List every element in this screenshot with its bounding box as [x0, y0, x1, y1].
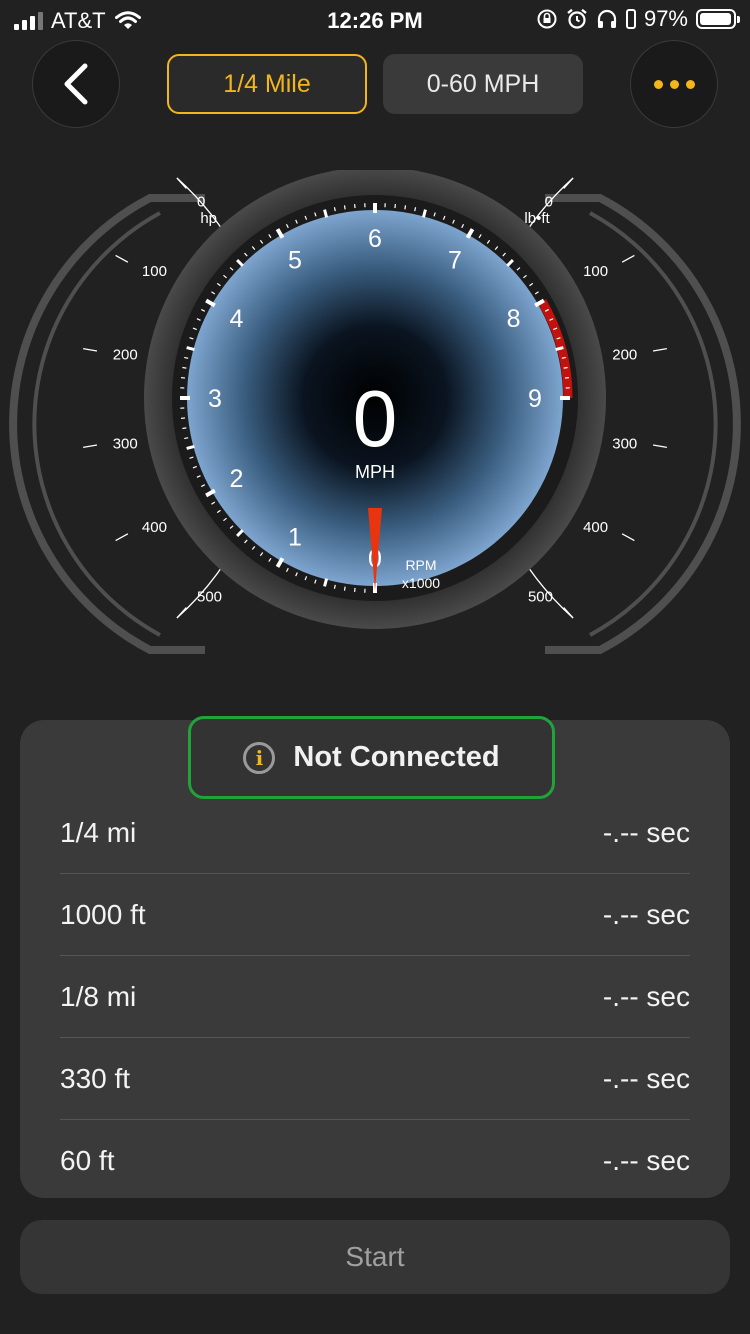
more-options-button[interactable]: [630, 40, 718, 128]
rpm-tick: [186, 346, 195, 352]
hp-unit-label: hp: [200, 210, 217, 227]
rpm-tick: [184, 356, 189, 359]
hp-scale-label: 200: [113, 347, 138, 364]
hp-scale-label: 300: [113, 435, 138, 452]
rpm-multiplier-label: x1000: [402, 575, 440, 591]
hp-scale-label: 0: [197, 193, 205, 210]
tab-quarter-mile[interactable]: 1/4 Mile: [167, 54, 367, 114]
torque-bracket-inner: [589, 211, 718, 637]
hp-scale-label: 100: [142, 263, 167, 280]
result-distance: 60 ft: [60, 1145, 115, 1176]
result-row-quarter-mile: 1/4 mi -.-- sec: [60, 792, 690, 874]
result-row-60ft: 60 ft -.-- sec: [60, 1120, 690, 1202]
torque-scale-label: 100: [583, 263, 608, 280]
rpm-tick: [184, 437, 189, 440]
rpm-tick-label: 2: [229, 465, 243, 493]
rpm-tick-label: 5: [288, 246, 302, 274]
left-scale-tick: [83, 444, 98, 449]
headphones-icon: [597, 9, 617, 28]
battery-icon: [696, 9, 740, 29]
result-distance: 1/4 mi: [60, 816, 137, 848]
result-distance: 330 ft: [60, 1062, 131, 1094]
result-row-330ft: 330 ft -.-- sec: [60, 1038, 690, 1120]
chevron-left-icon: [64, 63, 88, 105]
rpm-tick: [323, 578, 329, 587]
rpm-tick-label: 3: [208, 385, 222, 413]
rpm-tick: [561, 356, 566, 359]
portrait-orientation-icon: [625, 9, 636, 29]
rpm-tick-label: 7: [448, 246, 462, 274]
right-scale-tick: [563, 607, 574, 619]
info-icon: i: [243, 741, 276, 774]
rpm-tick: [421, 209, 427, 218]
rpm-tick-label: 6: [368, 225, 382, 253]
left-scale-tick: [115, 254, 129, 263]
result-time: -.-- sec: [602, 1062, 690, 1094]
rpm-tick: [182, 366, 187, 369]
rpm-tick: [563, 366, 568, 369]
result-distance: 1/8 mi: [60, 980, 137, 1012]
result-distance: 1000 ft: [60, 898, 146, 930]
torque-scale-label: 300: [612, 435, 637, 452]
tab-zero-to-sixty[interactable]: 0-60 MPH: [383, 54, 583, 114]
torque-scale-label: 400: [583, 519, 608, 536]
status-right: 97%: [536, 6, 740, 32]
alarm-icon: [567, 8, 587, 29]
right-scale-tick: [652, 444, 667, 449]
gauge-cluster: 0 100 200 300 400 500 hp 0 100 200 300 400 500 lb•ft…: [0, 170, 750, 670]
rpm-tick-label: 8: [507, 305, 521, 333]
rpm-tick: [343, 205, 346, 210]
result-time: -.-- sec: [602, 816, 690, 848]
speed-unit-label: MPH: [355, 462, 395, 482]
right-scale-tick: [621, 533, 635, 542]
left-scale-tick: [83, 347, 98, 352]
torque-scale-label: 0: [545, 193, 553, 210]
hp-scale-label: 500: [197, 589, 222, 606]
connection-status-text: Not Connected: [293, 741, 500, 773]
rpm-tick-label: 9: [528, 385, 542, 413]
speed-readout: 0: [353, 374, 398, 463]
rpm-tick: [404, 205, 407, 210]
connection-status-badge[interactable]: i Not Connected: [188, 716, 555, 799]
torque-scale-label: 500: [528, 589, 553, 606]
rpm-tick: [333, 207, 336, 212]
battery-percent: 97%: [643, 6, 688, 31]
result-time: -.-- sec: [602, 898, 690, 930]
rpm-tick: [414, 207, 417, 212]
right-scale-tick: [563, 177, 574, 189]
more-dots-icon: [653, 79, 695, 89]
torque-scale-label: 200: [612, 347, 637, 364]
rpm-tick: [182, 427, 187, 430]
result-row-1000ft: 1000 ft -.-- sec: [60, 874, 690, 956]
left-scale-tick: [176, 607, 187, 619]
rpm-tick: [343, 586, 346, 591]
rpm-tick: [555, 346, 564, 352]
result-time: -.-- sec: [602, 1145, 690, 1176]
torque-unit-label: lb•ft: [524, 210, 550, 227]
rpm-tick-label: 4: [229, 305, 243, 333]
left-scale-tick: [115, 533, 129, 542]
rpm-tick-label: 1: [288, 524, 302, 552]
right-scale-tick: [621, 254, 635, 263]
status-bar: AT&T 12:26 PM 97%: [0, 0, 750, 40]
result-row-eighth-mile: 1/8 mi -.-- sec: [60, 956, 690, 1038]
rpm-unit-label: RPM: [405, 557, 436, 573]
rpm-tick: [323, 209, 329, 218]
right-scale-tick: [652, 347, 667, 352]
result-time: -.-- sec: [602, 980, 690, 1012]
orientation-lock-icon: [537, 9, 557, 29]
hp-scale-label: 400: [142, 519, 167, 536]
rpm-tick: [186, 444, 195, 450]
left-scale-tick: [176, 177, 187, 189]
back-button[interactable]: [32, 40, 120, 128]
gauge-svg: 0 100 200 300 400 500 hp 0 100 200 300 400 500 lb•ft…: [9, 170, 741, 654]
start-button[interactable]: Start: [20, 1220, 730, 1294]
rpm-tick: [333, 584, 336, 589]
